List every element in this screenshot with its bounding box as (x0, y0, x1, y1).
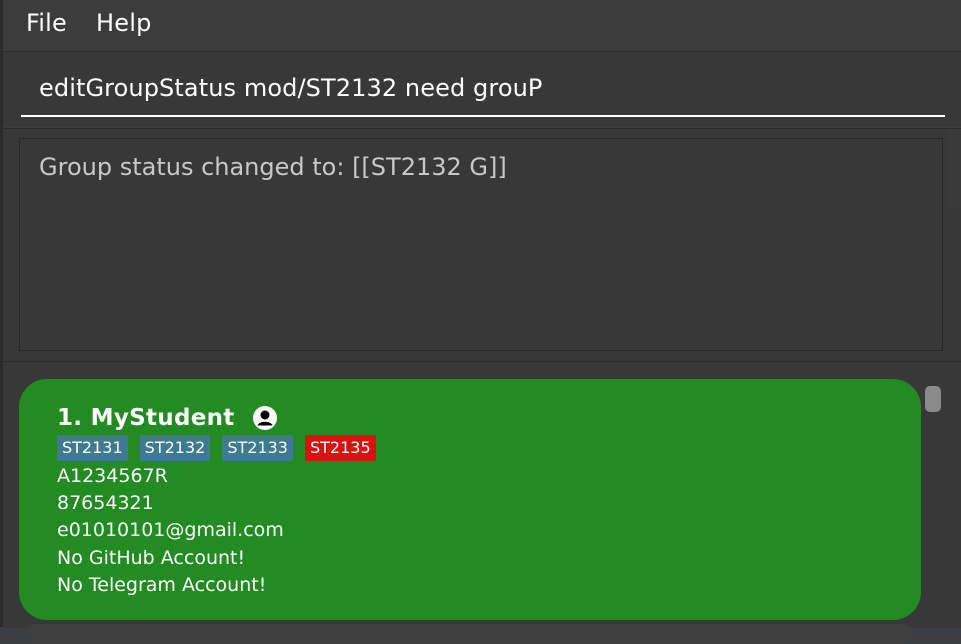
person-card[interactable]: 1. MyStudent ST2131 ST2132 ST2133 ST2135… (19, 379, 921, 620)
result-message: Group status changed to: [[ST2132 G]] (39, 153, 507, 181)
module-tag: ST2135 (304, 435, 376, 461)
user-avatar-icon (253, 406, 277, 430)
module-tags: ST2131 ST2132 ST2133 ST2135 (57, 435, 376, 461)
command-box (3, 52, 961, 127)
next-person-card[interactable] (27, 624, 913, 644)
email-address: e01010101@gmail.com (57, 519, 284, 541)
person-list: 1. MyStudent ST2131 ST2132 ST2133 ST2135… (3, 361, 961, 644)
module-tag: ST2133 (222, 435, 293, 461)
result-scrollbar-track (947, 129, 961, 209)
telegram-account: No Telegram Account! (57, 574, 267, 596)
module-tag: ST2132 (139, 435, 211, 461)
result-display: Group status changed to: [[ST2132 G]] (3, 128, 961, 361)
command-input[interactable] (21, 61, 945, 117)
list-scrollbar-thumb[interactable] (925, 386, 941, 412)
module-tag: ST2131 (57, 435, 128, 461)
menu-file[interactable]: File (26, 9, 67, 37)
menu-help[interactable]: Help (96, 9, 152, 37)
phone-number: 87654321 (57, 492, 154, 514)
menu-bar: File Help (3, 0, 961, 52)
github-account: No GitHub Account! (57, 547, 246, 569)
result-text-area[interactable]: Group status changed to: [[ST2132 G]] (19, 138, 943, 351)
student-id: A1234567R (57, 465, 168, 487)
person-name: 1. MyStudent (57, 405, 235, 431)
